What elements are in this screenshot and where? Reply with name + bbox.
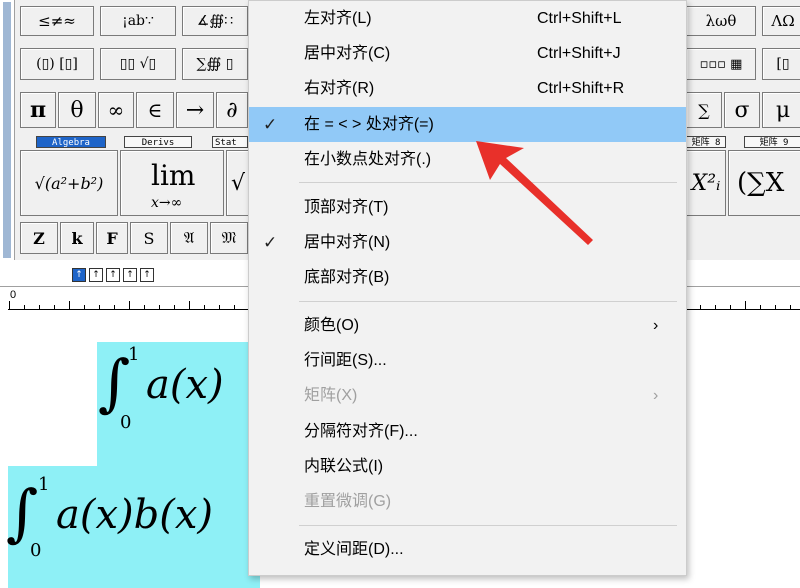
tab-derivs[interactable]: Derivs bbox=[124, 136, 192, 148]
fraction-radical-templates-button[interactable]: ▯▯ √▯ bbox=[100, 48, 176, 80]
menu-separator bbox=[299, 182, 677, 183]
equation-2-body: a(x)b(x) bbox=[56, 492, 213, 538]
tab-matrix-9[interactable]: 矩阵 9 bbox=[744, 136, 800, 148]
sum-template-button[interactable]: (∑X bbox=[728, 150, 800, 216]
subscript-superscript-template-button[interactable]: X²ᵢ bbox=[686, 150, 726, 216]
menu-item-define-spacing[interactable]: 定义间距(D)... bbox=[249, 532, 686, 567]
equation-1-body: a(x) bbox=[146, 362, 224, 408]
font-button-fraktur-m[interactable]: 𝔐 bbox=[210, 222, 248, 254]
submenu-arrow-icon: › bbox=[653, 387, 659, 404]
spaces-ellipses-palette-button[interactable]: ¡ab∵ bbox=[100, 6, 176, 36]
tab-algebra[interactable]: Algebra bbox=[36, 136, 106, 148]
tab-matrix-8[interactable]: 矩阵 8 bbox=[686, 136, 726, 148]
font-button-z[interactable]: Z bbox=[20, 222, 58, 254]
align-button-2[interactable]: ↑ bbox=[89, 268, 103, 282]
menu-item-align-at-decimal[interactable]: 在小数点处对齐(.) bbox=[249, 142, 686, 177]
theta-symbol-button[interactable]: θ bbox=[58, 92, 96, 128]
menu-item-inline-equation[interactable]: 内联公式(I) bbox=[249, 449, 686, 484]
font-button-k[interactable]: k bbox=[60, 222, 94, 254]
menu-item-matrix: 矩阵(X) › bbox=[249, 378, 686, 413]
align-button-5[interactable]: ↑ bbox=[140, 268, 154, 282]
menu-item-align-top[interactable]: 顶部对齐(T) bbox=[249, 190, 686, 225]
align-button-1[interactable]: ↑ bbox=[72, 268, 86, 282]
equation-1-upper-limit: 1 bbox=[128, 344, 140, 365]
greek-uppercase-palette-button[interactable]: ΛΩ bbox=[762, 6, 800, 36]
equation-2-integral: ∫ bbox=[6, 476, 39, 549]
relations-palette-button[interactable]: ≤≠≈ bbox=[20, 6, 94, 36]
check-mark-icon: ✓ bbox=[263, 233, 278, 252]
ruler-zero-label: 0 bbox=[10, 289, 17, 301]
sum-symbol-button[interactable]: ∑ bbox=[686, 92, 722, 128]
menu-item-align-right[interactable]: 右对齐(R) Ctrl+Shift+R bbox=[249, 71, 686, 106]
box-templates-button[interactable]: [▯ bbox=[762, 48, 800, 80]
embellishments-palette-button[interactable]: ∡∰∷ bbox=[182, 6, 248, 36]
font-button-fraktur-a[interactable]: 𝔄 bbox=[170, 222, 208, 254]
mu-symbol-button[interactable]: μ bbox=[762, 92, 800, 128]
menu-item-align-middle[interactable]: ✓ 居中对齐(N) bbox=[249, 225, 686, 260]
menu-item-align-center[interactable]: 居中对齐(C) Ctrl+Shift+J bbox=[249, 36, 686, 71]
equation-1-integral: ∫ bbox=[98, 346, 131, 419]
menu-item-color[interactable]: 颜色(O) › bbox=[249, 308, 686, 343]
menu-item-separator-align[interactable]: 分隔符对齐(F)... bbox=[249, 414, 686, 449]
partial-symbol-button[interactable]: ∂ bbox=[216, 92, 248, 128]
menu-item-reset-nudge: 重置微调(G) bbox=[304, 493, 392, 510]
check-mark-icon: ✓ bbox=[263, 115, 278, 134]
equation-2-lower-limit: 0 bbox=[30, 540, 42, 561]
tab-stat[interactable]: Stat bbox=[212, 136, 248, 148]
context-menu: 左对齐(L) Ctrl+Shift+L 居中对齐(C) Ctrl+Shift+J… bbox=[248, 0, 687, 576]
greek-lowercase-palette-button[interactable]: λωθ bbox=[686, 6, 756, 36]
align-button-3[interactable]: ↑ bbox=[106, 268, 120, 282]
matrix-templates-button[interactable]: ▫▫▫ ▦ bbox=[686, 48, 756, 80]
subscript-templates-button[interactable]: ∑∰ ▯ bbox=[182, 48, 248, 80]
menu-item-align-bottom[interactable]: 底部对齐(B) bbox=[249, 260, 686, 295]
equation-2-upper-limit: 1 bbox=[38, 474, 50, 495]
menu-separator bbox=[299, 525, 677, 526]
align-button-4[interactable]: ↑ bbox=[123, 268, 137, 282]
limit-template-button[interactable]: lim x→∞ bbox=[120, 150, 224, 216]
arrow-symbol-button[interactable]: → bbox=[176, 92, 214, 128]
submenu-arrow-icon: › bbox=[653, 317, 659, 334]
infinity-symbol-button[interactable]: ∞ bbox=[98, 92, 134, 128]
menu-item-align-left[interactable]: 左对齐(L) Ctrl+Shift+L bbox=[249, 1, 686, 36]
left-panel-strip bbox=[0, 0, 15, 260]
equation-1-lower-limit: 0 bbox=[120, 412, 132, 433]
menu-item-align-at-relation[interactable]: ✓ 在 = < > 处对齐(=) bbox=[249, 107, 686, 142]
menu-item-line-spacing[interactable]: 行间距(S)... bbox=[249, 343, 686, 378]
font-button-s[interactable]: S bbox=[130, 222, 168, 254]
root-template-button[interactable]: √ bbox=[226, 150, 250, 216]
menu-separator bbox=[299, 301, 677, 302]
fence-templates-button[interactable]: (▯) [▯] bbox=[20, 48, 94, 80]
font-button-f[interactable]: F bbox=[96, 222, 128, 254]
hypotenuse-template-button[interactable]: √(a²+b²) bbox=[20, 150, 118, 216]
sigma-symbol-button[interactable]: σ bbox=[724, 92, 760, 128]
element-of-symbol-button[interactable]: ∈ bbox=[136, 92, 174, 128]
pi-symbol-button[interactable]: π bbox=[20, 92, 56, 128]
